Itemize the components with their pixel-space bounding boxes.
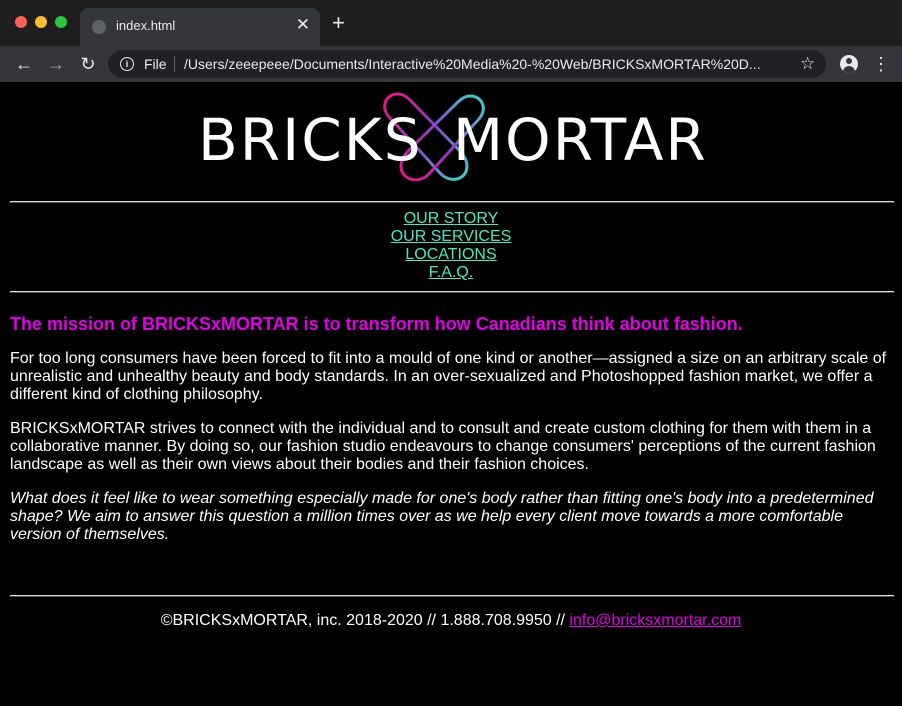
browser-tab[interactable]: index.html ✕: [80, 8, 320, 46]
main-nav: OUR STORY OUR SERVICES LOCATIONS F.A.Q.: [0, 210, 902, 282]
divider: [10, 291, 894, 293]
divider: [10, 201, 894, 203]
globe-icon: [92, 20, 106, 34]
close-tab-icon[interactable]: ✕: [296, 15, 310, 35]
profile-avatar-icon[interactable]: [840, 55, 858, 73]
nav-link-our-services[interactable]: OUR SERVICES: [0, 228, 902, 246]
footer-text: ©BRICKSxMORTAR, inc. 2018-2020 // 1.888.…: [160, 612, 570, 629]
tab-title: index.html: [116, 18, 176, 33]
browser-chrome: index.html ✕ + ← → ↻ i File /Users/zeeep…: [0, 0, 902, 82]
new-tab-button[interactable]: +: [332, 12, 345, 34]
page-content: BRICKS MORTAR OUR STORY OUR SERVICES LOC…: [0, 82, 902, 706]
minimize-window-button[interactable]: [35, 16, 47, 28]
tab-bar: index.html ✕ +: [0, 0, 902, 46]
menu-kebab-icon[interactable]: ⋮: [872, 52, 890, 76]
forward-arrow-icon[interactable]: →: [44, 52, 68, 76]
divider: [10, 595, 894, 597]
logo-text-mortar: MORTAR: [453, 106, 708, 174]
bricksxmortar-logo: BRICKS MORTAR: [198, 92, 708, 182]
mission-heading: The mission of BRICKSxMORTAR is to trans…: [10, 314, 743, 334]
address-bar[interactable]: i File /Users/zeeepeee/Documents/Interac…: [108, 50, 826, 78]
close-window-button[interactable]: [15, 16, 27, 28]
footer: ©BRICKSxMORTAR, inc. 2018-2020 // 1.888.…: [0, 612, 902, 630]
nav-link-our-story[interactable]: OUR STORY: [0, 210, 902, 228]
bookmark-star-icon[interactable]: ☆: [800, 54, 815, 74]
strives-paragraph: BRICKSxMORTAR strives to connect with th…: [10, 420, 876, 473]
browser-toolbar: ← → ↻ i File /Users/zeeepeee/Documents/I…: [0, 46, 902, 82]
scheme-label: File: [144, 56, 167, 72]
footer-email-link[interactable]: info@bricksxmortar.com: [569, 612, 741, 629]
intro-paragraph: For too long consumers have been forced …: [10, 350, 887, 403]
url-text[interactable]: /Users/zeeepeee/Documents/Interactive%20…: [184, 56, 784, 72]
address-separator: [174, 56, 175, 72]
nav-link-faq[interactable]: F.A.Q.: [0, 264, 902, 282]
reload-icon[interactable]: ↻: [76, 52, 100, 76]
back-arrow-icon[interactable]: ←: [12, 52, 36, 76]
maximize-window-button[interactable]: [55, 16, 67, 28]
info-icon[interactable]: i: [120, 57, 134, 71]
nav-link-locations[interactable]: LOCATIONS: [0, 246, 902, 264]
question-paragraph: What does it feel like to wear something…: [10, 490, 874, 543]
logo-text-bricks: BRICKS: [198, 106, 423, 174]
